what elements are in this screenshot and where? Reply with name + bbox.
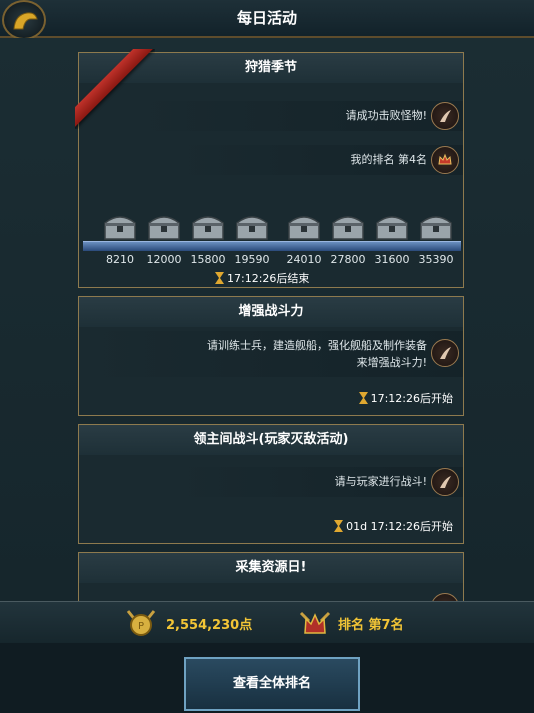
event-card-pvp[interactable]: 领主间战斗(玩家灭敌活动) 请与玩家进行战斗! 01d 17:12:26后开始 bbox=[78, 424, 464, 544]
timer-text: 01d 17:12:26后开始 bbox=[346, 520, 453, 533]
event-title: 领主间战斗(玩家灭敌活动) bbox=[79, 425, 463, 455]
progress-track bbox=[83, 241, 461, 251]
hourglass-icon bbox=[334, 520, 344, 532]
event-task-text: 请成功击败怪物! bbox=[345, 109, 427, 122]
reward-chest-icon[interactable] bbox=[329, 209, 367, 241]
event-card-hunting[interactable]: 狩猎季节 请成功击败怪物! 我的排名 第4名 8210 12000 15800 … bbox=[75, 49, 464, 288]
reward-chest-icon[interactable] bbox=[285, 209, 323, 241]
reward-chest-icon[interactable] bbox=[101, 209, 139, 241]
points-value: 2,554,230点 bbox=[166, 618, 253, 633]
hourglass-icon bbox=[215, 272, 224, 284]
milestone-score: 8210 bbox=[106, 253, 134, 266]
points-medal-icon: P bbox=[126, 610, 156, 636]
event-list[interactable]: 狩猎季节 请成功击败怪物! 我的排名 第4名 8210 12000 15800 … bbox=[0, 38, 534, 601]
milestone-score: 12000 bbox=[146, 253, 182, 266]
milestone-score: 24010 bbox=[286, 253, 322, 266]
timer-text: 17:12:26后开始 bbox=[370, 392, 453, 405]
claw-icon[interactable] bbox=[431, 593, 459, 601]
event-task-text: 请与玩家进行战斗! bbox=[334, 475, 427, 488]
reward-chest-icon[interactable] bbox=[189, 209, 227, 241]
event-title: 增强战斗力 bbox=[79, 297, 463, 327]
event-card-power[interactable]: 增强战斗力 请训练士兵，建造舰船，强化舰船及制作装备 来增强战斗力! 17:12… bbox=[77, 296, 464, 416]
rank-crown-icon bbox=[299, 611, 331, 634]
event-title: 采集资源日! bbox=[79, 553, 463, 583]
my-rank-row: 我的排名 第4名 bbox=[167, 145, 463, 175]
my-rank-text: 我的排名 第4名 bbox=[350, 153, 428, 166]
milestone-score: 35390 bbox=[418, 253, 454, 266]
event-task-line: 请训练士兵，建造舰船，强化舰船及制作装备 bbox=[207, 339, 427, 352]
claw-icon[interactable] bbox=[431, 339, 459, 367]
reward-chest-icon[interactable] bbox=[233, 209, 271, 241]
top-bar: 每日活动 bbox=[0, 0, 534, 40]
milestone-score: 31600 bbox=[374, 253, 410, 266]
milestone-score: 27800 bbox=[330, 253, 366, 266]
view-all-rankings-button[interactable]: 查看全体排名 bbox=[184, 657, 360, 711]
event-task-row: 请训练士兵，建造舰船，强化舰船及制作装备 来增强战斗力! bbox=[77, 331, 463, 377]
rank-value: 排名 第7名 bbox=[338, 618, 404, 633]
footer: 查看全体排名 bbox=[0, 643, 534, 713]
svg-text:P: P bbox=[138, 621, 144, 632]
claw-icon[interactable] bbox=[431, 468, 459, 496]
summary-bar: P 2,554,230点 排名 第7名 bbox=[0, 601, 534, 645]
page-title: 每日活动 bbox=[236, 9, 297, 27]
reward-chest-icon[interactable] bbox=[373, 209, 411, 241]
crown-icon bbox=[431, 146, 459, 174]
claw-icon[interactable] bbox=[431, 102, 459, 130]
event-timer: 17:12:26后开始 bbox=[358, 390, 453, 406]
milestone-score: 19590 bbox=[234, 253, 270, 266]
reward-chest-icon[interactable] bbox=[417, 209, 455, 241]
timer-text: 17:12:26后结束 bbox=[227, 272, 310, 285]
event-task-row: 请与玩家进行战斗! bbox=[167, 467, 463, 497]
hourglass-icon bbox=[358, 392, 368, 404]
event-timer: 17:12:26后结束 bbox=[215, 270, 309, 286]
milestone-score: 15800 bbox=[190, 253, 226, 266]
event-timer: 01d 17:12:26后开始 bbox=[334, 518, 453, 534]
reward-chest-icon[interactable] bbox=[145, 209, 183, 241]
event-task-row: 请成功击败怪物! bbox=[127, 101, 463, 131]
event-card-gathering[interactable]: 采集资源日! bbox=[78, 552, 464, 601]
event-task-line: 来增强战斗力! bbox=[356, 356, 427, 369]
